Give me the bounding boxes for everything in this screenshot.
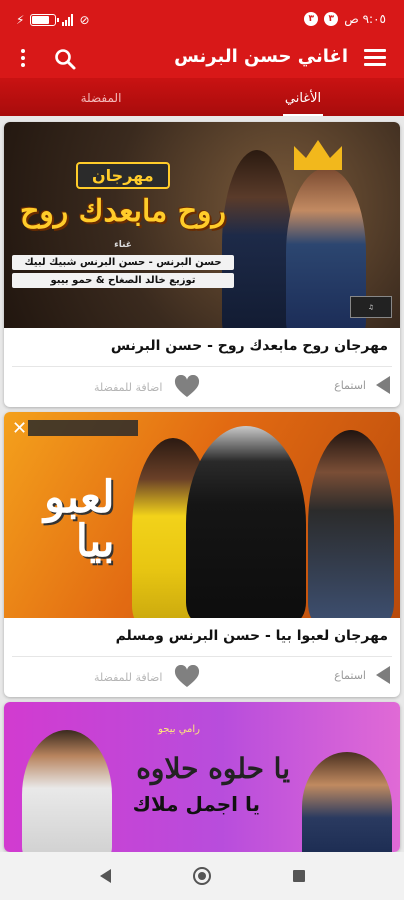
song-thumbnail[interactable]: رامي بيجو يا حلوه حلاوه يا اجمل ملاك — [4, 702, 400, 852]
play-label: استماع — [334, 668, 366, 682]
song-thumbnail[interactable]: ✕ لعبو بيا — [4, 412, 400, 618]
data-off-icon: ⊘ — [79, 13, 90, 27]
add-favorite-label: اضافة للمفضلة — [94, 670, 163, 684]
more-vert-icon[interactable] — [18, 49, 28, 69]
credit-line: غناء — [114, 240, 132, 250]
heart-icon — [175, 375, 200, 397]
close-icon: ✕ — [12, 418, 28, 439]
app-bar: اغاني حسن البرنس — [0, 40, 404, 78]
artist-image — [302, 752, 392, 852]
thumbnail-title: لعبو بيا — [44, 476, 115, 564]
thumbnail-credits: غناء حسن البرنس - حسن البرنس شبيك لبيك ت… — [12, 238, 234, 291]
thumbnail-title-line: بيا — [75, 516, 115, 567]
thumbnail-title: يا حلوه حلاوه — [136, 752, 290, 785]
card-actions: استماع اضافة للمفضلة — [4, 657, 400, 697]
play-button[interactable]: استماع — [334, 666, 390, 684]
tab-songs[interactable]: الأغاني — [202, 78, 404, 116]
credit-line: حسن البرنس - حسن البرنس شبيك لبيك — [12, 255, 234, 270]
header-strip — [28, 420, 138, 436]
add-favorite-label: اضافة للمفضلة — [94, 380, 163, 394]
add-favorite-button[interactable]: اضافة للمفضلة — [94, 665, 200, 689]
battery-fill — [32, 16, 50, 24]
song-card: ✕ لعبو بيا مهرجان لعبوا بيا - حسن البرنس… — [4, 412, 400, 697]
app-title: اغاني حسن البرنس — [174, 46, 348, 67]
artist-image — [22, 730, 112, 852]
song-title[interactable]: مهرجان لعبوا بيا - حسن البرنس ومسلم — [4, 618, 400, 656]
crown-icon — [294, 140, 342, 170]
card-actions: استماع اضافة للمفضلة — [4, 367, 400, 407]
system-nav-bar — [0, 852, 404, 900]
notification-icon: ٣ — [324, 12, 339, 26]
play-icon — [376, 376, 390, 394]
heart-icon — [175, 665, 200, 687]
song-thumbnail[interactable]: مهرجان روح مابعدك روح غناء حسن البرنس - … — [4, 122, 400, 328]
recents-icon[interactable] — [292, 870, 305, 882]
song-card: مهرجان روح مابعدك روح غناء حسن البرنس - … — [4, 122, 400, 407]
menu-icon[interactable] — [364, 49, 386, 67]
label-logo: ♫ — [350, 296, 392, 318]
status-icons-right: ٩:٠٥ ص ٣ ٣ — [304, 12, 386, 26]
artist-image — [186, 426, 306, 618]
credit-line: توزيع خالد الصغاح & حمو بيبو — [12, 273, 234, 288]
play-button[interactable]: استماع — [334, 376, 390, 394]
thumbnail-badge: مهرجان — [76, 162, 170, 189]
back-icon[interactable] — [99, 869, 111, 883]
play-label: استماع — [334, 378, 366, 392]
status-icons-left: ⚡ ⊘ — [16, 13, 90, 27]
home-icon[interactable] — [192, 867, 211, 885]
add-favorite-button[interactable]: اضافة للمفضلة — [94, 375, 200, 399]
play-icon — [376, 666, 390, 684]
status-bar: ⚡ ⊘ ٩:٠٥ ص ٣ ٣ — [0, 0, 404, 40]
thumbnail-artist: رامي بيجو — [158, 724, 200, 735]
song-list[interactable]: مهرجان روح مابعدك روح غناء حسن البرنس - … — [0, 116, 404, 852]
clock: ٩:٠٥ ص — [344, 12, 386, 26]
notification-icon: ٣ — [304, 12, 319, 26]
charging-icon: ⚡ — [16, 13, 25, 27]
thumbnail-title: روح مابعدك روح — [19, 194, 227, 229]
signal-icon — [62, 14, 74, 26]
search-icon[interactable] — [52, 46, 78, 72]
tab-favorites[interactable]: المفضلة — [0, 78, 202, 116]
artist-image — [308, 430, 394, 618]
thumbnail-subtitle: يا اجمل ملاك — [132, 792, 260, 816]
tab-bar: الأغاني المفضلة — [0, 78, 404, 116]
song-card: رامي بيجو يا حلوه حلاوه يا اجمل ملاك — [4, 702, 400, 852]
battery-icon — [30, 14, 60, 26]
song-title[interactable]: مهرجان روح مابعدك روح - حسن البرنس — [4, 328, 400, 366]
